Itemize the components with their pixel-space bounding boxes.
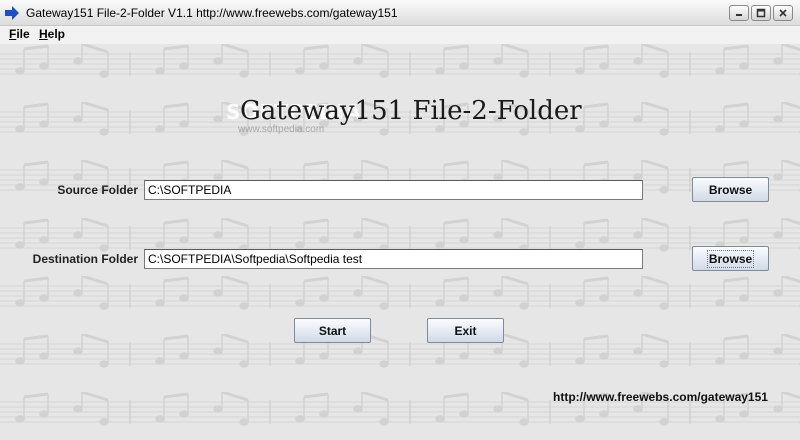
arrow-right-icon <box>5 6 19 20</box>
source-folder-input[interactable] <box>144 180 643 200</box>
website-link[interactable]: http://www.freewebs.com/gateway151 <box>553 390 768 404</box>
close-icon <box>779 9 787 17</box>
minimize-button[interactable] <box>729 5 749 21</box>
destination-browse-button[interactable]: Browse <box>692 246 769 271</box>
destination-folder-label: Destination Folder <box>32 252 138 266</box>
destination-browse-label: Browse <box>706 249 755 268</box>
window-title: Gateway151 File-2-Folder V1.1 http://www… <box>26 6 398 20</box>
source-browse-button[interactable]: Browse <box>692 177 769 202</box>
title-bar[interactable]: Gateway151 File-2-Folder V1.1 http://www… <box>0 0 800 26</box>
main-panel: SOFTPEDIA www.softpedia.com Gateway151 F… <box>0 44 800 440</box>
start-button[interactable]: Start <box>294 318 371 343</box>
close-button[interactable] <box>773 5 793 21</box>
minimize-icon <box>736 14 742 16</box>
menu-bar: File Help <box>0 26 800 44</box>
menu-help[interactable]: Help <box>39 27 65 41</box>
exit-button[interactable]: Exit <box>427 318 504 343</box>
exit-label: Exit <box>454 323 477 338</box>
maximize-button[interactable] <box>751 5 771 21</box>
start-label: Start <box>318 323 347 338</box>
destination-folder-input[interactable] <box>144 249 643 269</box>
app-heading: Gateway151 File-2-Folder <box>240 96 582 126</box>
source-folder-label: Source Folder <box>57 183 138 197</box>
app-window: Gateway151 File-2-Folder V1.1 http://www… <box>0 0 800 440</box>
source-browse-label: Browse <box>708 182 753 197</box>
menu-file[interactable]: File <box>9 27 30 41</box>
maximize-icon <box>756 8 766 18</box>
